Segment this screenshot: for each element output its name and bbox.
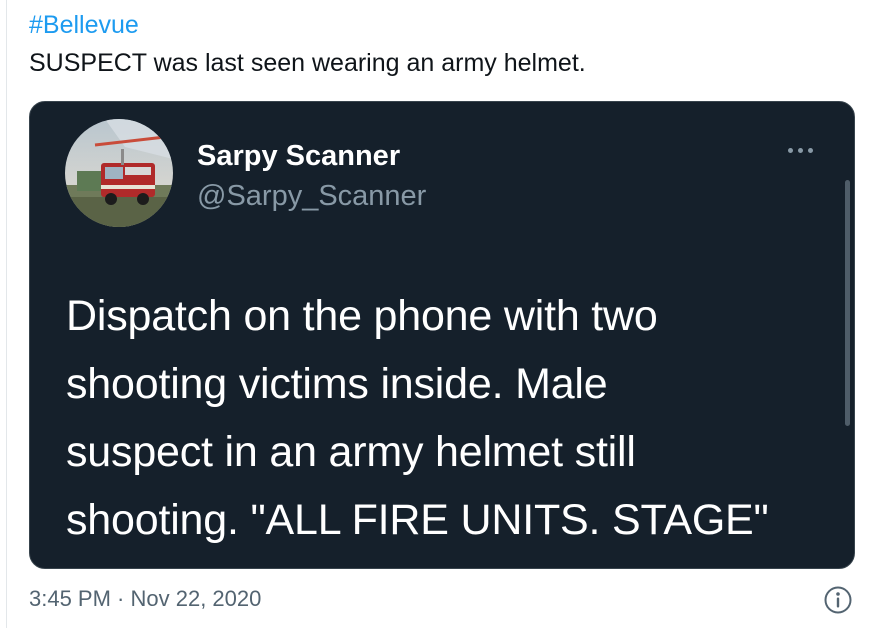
- tweet-text: SUSPECT was last seen wearing an army he…: [29, 49, 586, 77]
- info-icon[interactable]: [822, 584, 854, 616]
- more-dot: [807, 147, 813, 153]
- hashtag-link[interactable]: #Bellevue: [29, 9, 139, 41]
- quoted-tweet-line: Dispatch on the phone with two: [66, 292, 658, 340]
- quoted-tweet-card[interactable]: Sarpy Scanner @Sarpy_Scanner Dispatch on…: [29, 101, 855, 569]
- info-glyph-icon: [824, 586, 852, 614]
- more-dot: [797, 147, 803, 153]
- more-options-icon[interactable]: [778, 136, 822, 164]
- thread-divider: [6, 0, 7, 628]
- fire-truck-avatar-icon: [65, 119, 173, 227]
- more-dot: [787, 147, 793, 153]
- display-name[interactable]: Sarpy Scanner: [197, 138, 400, 174]
- quoted-tweet-line: shooting. "ALL FIRE UNITS. STAGE": [66, 496, 769, 544]
- scrollbar[interactable]: [845, 180, 850, 426]
- quoted-tweet-text: Dispatch on the phone with two shooting …: [66, 282, 826, 554]
- avatar[interactable]: [65, 119, 173, 227]
- user-handle[interactable]: @Sarpy_Scanner: [197, 178, 426, 214]
- quoted-tweet-line: shooting victims inside. Male: [66, 360, 608, 408]
- tweet-timestamp[interactable]: 3:45 PM · Nov 22, 2020: [29, 585, 261, 613]
- quoted-tweet-line: suspect in an army helmet still: [66, 428, 636, 476]
